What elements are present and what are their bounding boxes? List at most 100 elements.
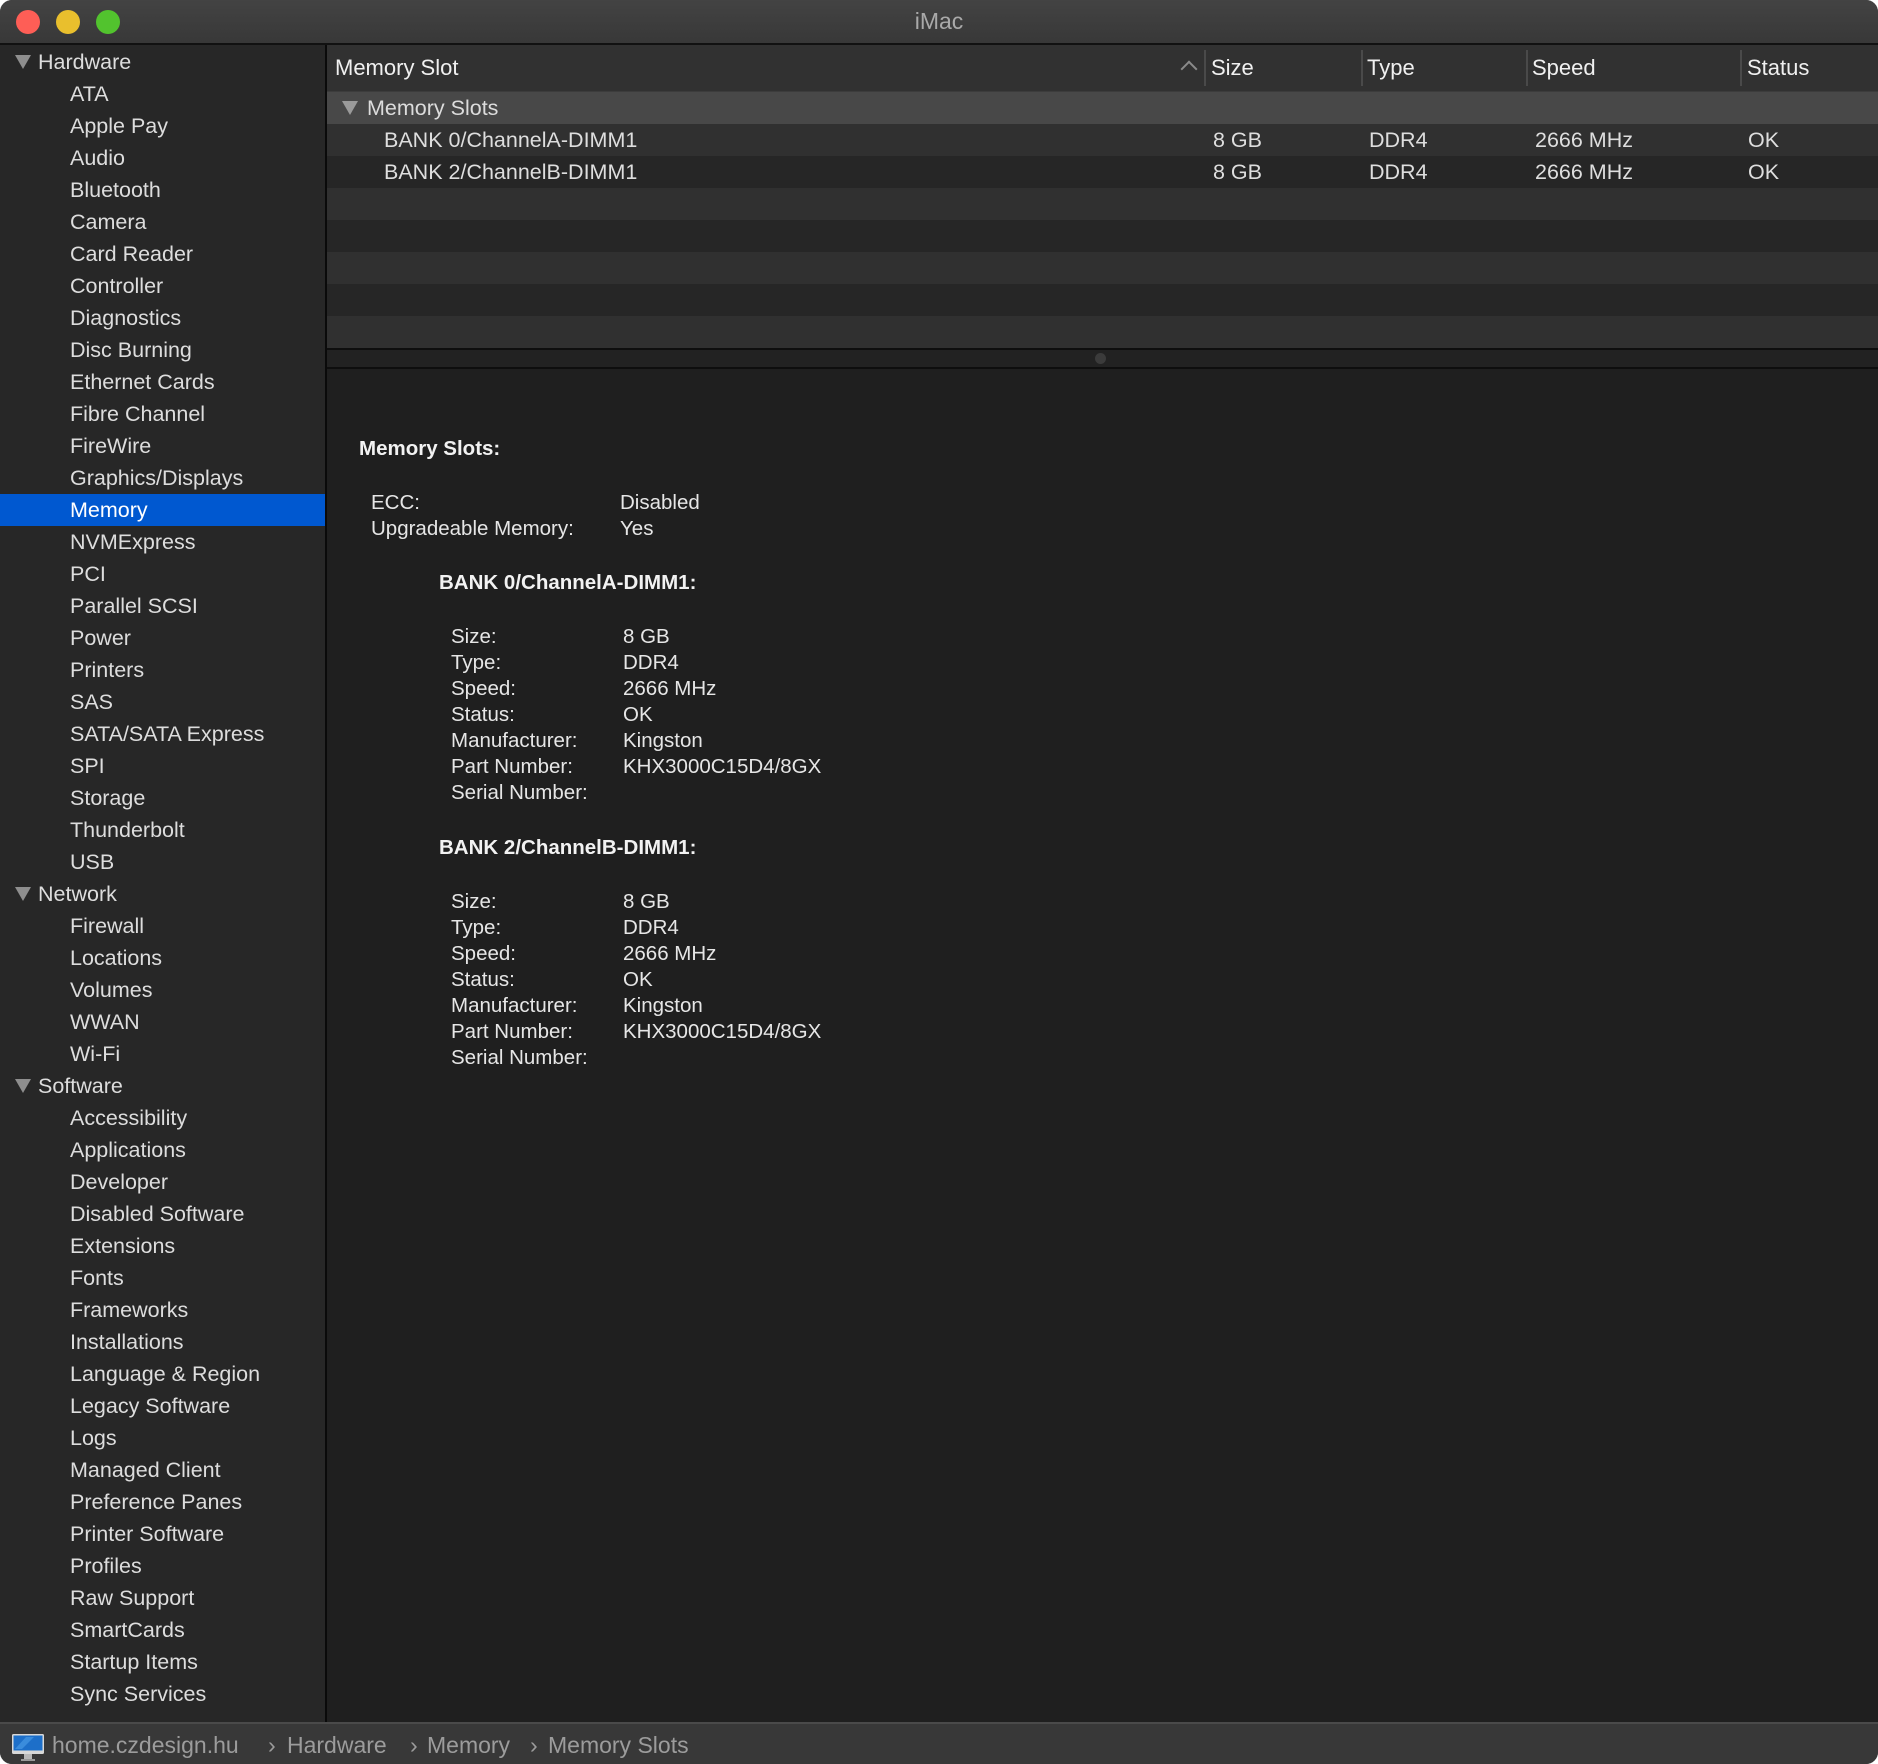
bank-heading: BANK 0/ChannelA-DIMM1: [439, 571, 697, 594]
sidebar-item-sata-sata-express[interactable]: SATA/SATA Express [0, 718, 325, 750]
sidebar-item-profiles[interactable]: Profiles [0, 1550, 325, 1582]
breadcrumb-item[interactable]: Hardware [287, 1724, 387, 1764]
sidebar-item-disabled-software[interactable]: Disabled Software [0, 1198, 325, 1230]
detail-label: Manufacturer: [451, 729, 578, 752]
disclosure-triangle-icon[interactable] [342, 101, 358, 115]
sidebar-item-sas[interactable]: SAS [0, 686, 325, 718]
sidebar-item-pci[interactable]: PCI [0, 558, 325, 590]
sidebar-item-logs[interactable]: Logs [0, 1422, 325, 1454]
sidebar-item-storage[interactable]: Storage [0, 782, 325, 814]
detail-value: Kingston [623, 994, 703, 1017]
sidebar-item-firewall[interactable]: Firewall [0, 910, 325, 942]
table-group-row[interactable]: Memory Slots [327, 92, 1878, 124]
sidebar-item-disc-burning[interactable]: Disc Burning [0, 334, 325, 366]
sidebar-item-startup-items[interactable]: Startup Items [0, 1646, 325, 1678]
sidebar-item-camera[interactable]: Camera [0, 206, 325, 238]
sidebar-item-label: Fonts [70, 1266, 124, 1290]
sidebar-item-smartcards[interactable]: SmartCards [0, 1614, 325, 1646]
sidebar-item-card-reader[interactable]: Card Reader [0, 238, 325, 270]
sidebar-group-software[interactable]: Software [0, 1070, 325, 1102]
breadcrumb-separator-icon: › [410, 1732, 418, 1758]
detail-value: DDR4 [623, 916, 679, 939]
sidebar-item-label: Fibre Channel [70, 402, 206, 426]
disclosure-triangle-icon[interactable] [15, 887, 31, 901]
sidebar-item-fibre-channel[interactable]: Fibre Channel [0, 398, 325, 430]
column-header-type[interactable]: Type [1367, 45, 1415, 91]
splitter-handle-icon[interactable] [1095, 353, 1106, 364]
sidebar-item-diagnostics[interactable]: Diagnostics [0, 302, 325, 334]
group-label: Memory Slots [367, 96, 499, 120]
sidebar-item-volumes[interactable]: Volumes [0, 974, 325, 1006]
column-header-status[interactable]: Status [1747, 45, 1809, 91]
sidebar-item-label: Locations [70, 946, 163, 970]
sidebar-item-label: Startup Items [70, 1650, 198, 1674]
sidebar-item-label: Firewall [70, 914, 145, 938]
sidebar-item-installations[interactable]: Installations [0, 1326, 325, 1358]
sidebar-item-printer-software[interactable]: Printer Software [0, 1518, 325, 1550]
detail-value: 8 GB [623, 625, 670, 648]
sidebar-item-graphics-displays[interactable]: Graphics/Displays [0, 462, 325, 494]
breadcrumb-item[interactable]: Memory [427, 1724, 510, 1764]
sidebar-group-network[interactable]: Network [0, 878, 325, 910]
column-divider[interactable] [1526, 50, 1528, 86]
sidebar-item-extensions[interactable]: Extensions [0, 1230, 325, 1262]
column-divider[interactable] [1361, 50, 1363, 86]
detail-label: Status: [451, 968, 515, 991]
table-row[interactable]: BANK 2/ChannelB-DIMM1 8 GB DDR4 2666 MHz OK [327, 156, 1878, 188]
sidebar-item-bluetooth[interactable]: Bluetooth [0, 174, 325, 206]
sidebar-item-nvmexpress[interactable]: NVMExpress [0, 526, 325, 558]
sidebar: Hardware ATA Apple Pay Audio Bluetooth Camera… [0, 45, 327, 1722]
disclosure-triangle-icon[interactable] [15, 1079, 31, 1093]
sidebar-item-sync-services[interactable]: Sync Services [0, 1678, 325, 1710]
sidebar-item-ethernet-cards[interactable]: Ethernet Cards [0, 366, 325, 398]
sidebar-item-label: Language & Region [70, 1362, 261, 1386]
detail-label: Status: [451, 703, 515, 726]
column-header-memory-slot[interactable]: Memory Slot [335, 45, 458, 91]
empty-table-row [327, 188, 1878, 220]
sidebar-item-thunderbolt[interactable]: Thunderbolt [0, 814, 325, 846]
sidebar-item-power[interactable]: Power [0, 622, 325, 654]
sidebar-item-applications[interactable]: Applications [0, 1134, 325, 1166]
sidebar-item-controller[interactable]: Controller [0, 270, 325, 302]
sidebar-item-accessibility[interactable]: Accessibility [0, 1102, 325, 1134]
sidebar-item-frameworks[interactable]: Frameworks [0, 1294, 325, 1326]
sidebar-item-wwan[interactable]: WWAN [0, 1006, 325, 1038]
sidebar-group-hardware[interactable]: Hardware [0, 46, 325, 78]
cell-memory-slot: BANK 0/ChannelA-DIMM1 [384, 128, 638, 152]
column-header-speed[interactable]: Speed [1532, 45, 1596, 91]
cell-type: DDR4 [1369, 128, 1428, 152]
sidebar-item-developer[interactable]: Developer [0, 1166, 325, 1198]
split-view-divider[interactable] [327, 350, 1878, 369]
sidebar-item-parallel-scsi[interactable]: Parallel SCSI [0, 590, 325, 622]
detail-label: Upgradeable Memory: [371, 517, 574, 540]
sidebar-item-managed-client[interactable]: Managed Client [0, 1454, 325, 1486]
cell-size: 8 GB [1213, 160, 1262, 184]
sidebar-item-wi-fi[interactable]: Wi-Fi [0, 1038, 325, 1070]
sidebar-item-firewire[interactable]: FireWire [0, 430, 325, 462]
sidebar-item-ata[interactable]: ATA [0, 78, 325, 110]
breadcrumb-item[interactable]: Memory Slots [548, 1724, 689, 1764]
table-row[interactable]: BANK 0/ChannelA-DIMM1 8 GB DDR4 2666 MHz OK [327, 124, 1878, 156]
sidebar-item-language-region[interactable]: Language & Region [0, 1358, 325, 1390]
sidebar-item-fonts[interactable]: Fonts [0, 1262, 325, 1294]
sidebar-item-preference-panes[interactable]: Preference Panes [0, 1486, 325, 1518]
breadcrumb-item[interactable]: home.czdesign.hu [52, 1724, 239, 1764]
disclosure-triangle-icon[interactable] [15, 55, 31, 69]
detail-value: Yes [620, 517, 654, 540]
bank-heading: BANK 2/ChannelB-DIMM1: [439, 836, 697, 859]
sidebar-item-audio[interactable]: Audio [0, 142, 325, 174]
column-header-size[interactable]: Size [1211, 45, 1254, 91]
column-divider[interactable] [1204, 50, 1206, 86]
sidebar-item-memory[interactable]: Memory [0, 494, 325, 526]
sidebar-item-usb[interactable]: USB [0, 846, 325, 878]
detail-value: 2666 MHz [623, 677, 717, 700]
sidebar-item-printers[interactable]: Printers [0, 654, 325, 686]
sidebar-item-raw-support[interactable]: Raw Support [0, 1582, 325, 1614]
sidebar-item-spi[interactable]: SPI [0, 750, 325, 782]
cell-memory-slot: BANK 2/ChannelB-DIMM1 [384, 160, 638, 184]
sidebar-item-apple-pay[interactable]: Apple Pay [0, 110, 325, 142]
column-divider[interactable] [1740, 50, 1742, 86]
sidebar-item-locations[interactable]: Locations [0, 942, 325, 974]
sidebar-item-legacy-software[interactable]: Legacy Software [0, 1390, 325, 1422]
sidebar-item-label: PCI [70, 562, 106, 586]
